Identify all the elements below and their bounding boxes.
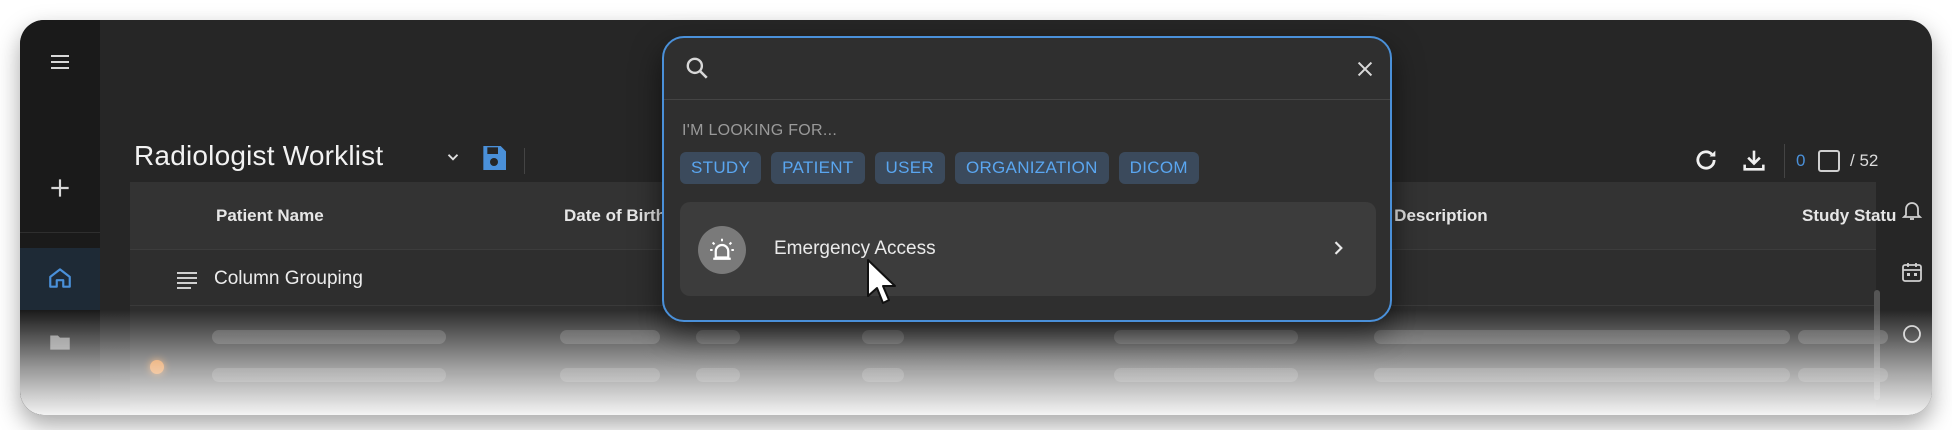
mouse-cursor-icon	[866, 258, 900, 311]
chevron-down-icon[interactable]	[444, 148, 462, 171]
save-icon[interactable]	[478, 142, 510, 179]
column-grouping-label: Column Grouping	[214, 268, 363, 289]
toolbar-divider	[1784, 144, 1785, 178]
skeleton-cell	[560, 330, 660, 344]
title-divider	[524, 148, 525, 174]
col-header-date-of-birth[interactable]: Date of Birth	[564, 206, 666, 226]
close-icon[interactable]	[1354, 58, 1376, 85]
col-header-patient-name[interactable]: Patient Name	[216, 206, 324, 226]
skeleton-cell	[1374, 368, 1790, 382]
siren-icon	[698, 226, 746, 274]
status-dot	[150, 360, 164, 374]
table-row[interactable]	[130, 356, 1888, 394]
table-row[interactable]	[130, 318, 1888, 356]
search-input[interactable]	[726, 50, 1326, 88]
skeleton-cell	[1114, 330, 1298, 344]
chevron-right-icon	[1328, 238, 1348, 263]
selected-count: 0	[1796, 151, 1806, 170]
result-label: Emergency Access	[774, 238, 936, 259]
table-scrollbar[interactable]	[1874, 290, 1880, 400]
result-emergency-access[interactable]: Emergency Access	[680, 202, 1376, 296]
chip-dicom[interactable]: DICOM	[1118, 152, 1199, 184]
skeleton-cell	[862, 368, 904, 382]
home-icon[interactable]	[40, 258, 80, 298]
looking-for-label: I'M LOOKING FOR...	[682, 122, 838, 139]
col-header-study-description[interactable]: y Description	[1380, 206, 1488, 226]
col-header-study-status[interactable]: Study Statu	[1802, 206, 1896, 226]
skeleton-cell	[212, 330, 446, 344]
filter-chips: STUDY PATIENT USER ORGANIZATION DICOM	[680, 152, 1199, 184]
chip-user[interactable]: USER	[874, 152, 945, 184]
chip-organization[interactable]: ORGANIZATION	[954, 152, 1109, 184]
left-nav-rail	[20, 20, 100, 415]
rail-divider	[20, 232, 100, 233]
skeleton-cell	[862, 330, 904, 344]
folder-icon[interactable]	[40, 322, 80, 362]
download-icon[interactable]	[1740, 146, 1768, 176]
select-all-checkbox[interactable]	[1818, 150, 1840, 172]
search-row	[664, 38, 1390, 100]
skeleton-cell	[696, 368, 740, 382]
lines-icon	[176, 270, 198, 295]
calendar-icon[interactable]	[1892, 252, 1932, 292]
total-count: / 52	[1850, 151, 1879, 170]
search-popover: I'M LOOKING FOR... STUDY PATIENT USER OR…	[662, 36, 1392, 322]
page-title: Radiologist Worklist	[134, 140, 384, 171]
skeleton-cell	[560, 368, 660, 382]
bell-icon[interactable]	[1892, 190, 1932, 230]
chat-icon[interactable]	[1892, 314, 1932, 354]
menu-icon[interactable]	[40, 42, 80, 82]
plus-icon[interactable]	[40, 168, 80, 208]
skeleton-cell	[696, 330, 740, 344]
refresh-icon[interactable]	[1692, 146, 1720, 176]
skeleton-cell	[1114, 368, 1298, 382]
skeleton-cell	[212, 368, 446, 382]
search-icon	[684, 55, 710, 86]
right-rail	[1892, 20, 1932, 415]
chip-study[interactable]: STUDY	[680, 152, 762, 184]
chip-patient[interactable]: PATIENT	[771, 152, 865, 184]
skeleton-cell	[1374, 330, 1790, 344]
